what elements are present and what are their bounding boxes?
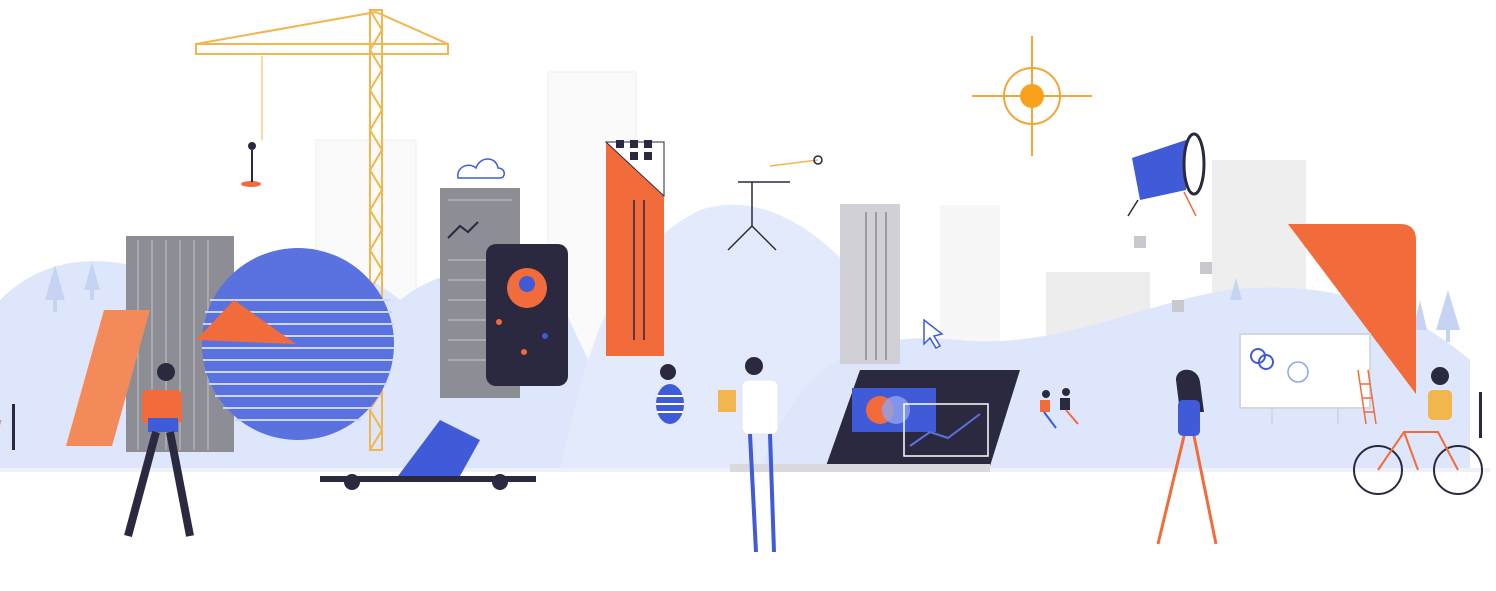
cloud-icon <box>457 158 505 179</box>
right-edge-mark <box>1479 392 1482 438</box>
city-illustration <box>0 9 1490 553</box>
hanging-worker <box>241 142 261 187</box>
orange-tower <box>604 140 665 356</box>
grey-tower-center <box>840 204 900 364</box>
phone-icon <box>486 244 568 386</box>
left-edge-mark <box>12 404 15 450</box>
spotlight-icon <box>1127 132 1206 217</box>
sun-icon <box>972 36 1092 156</box>
